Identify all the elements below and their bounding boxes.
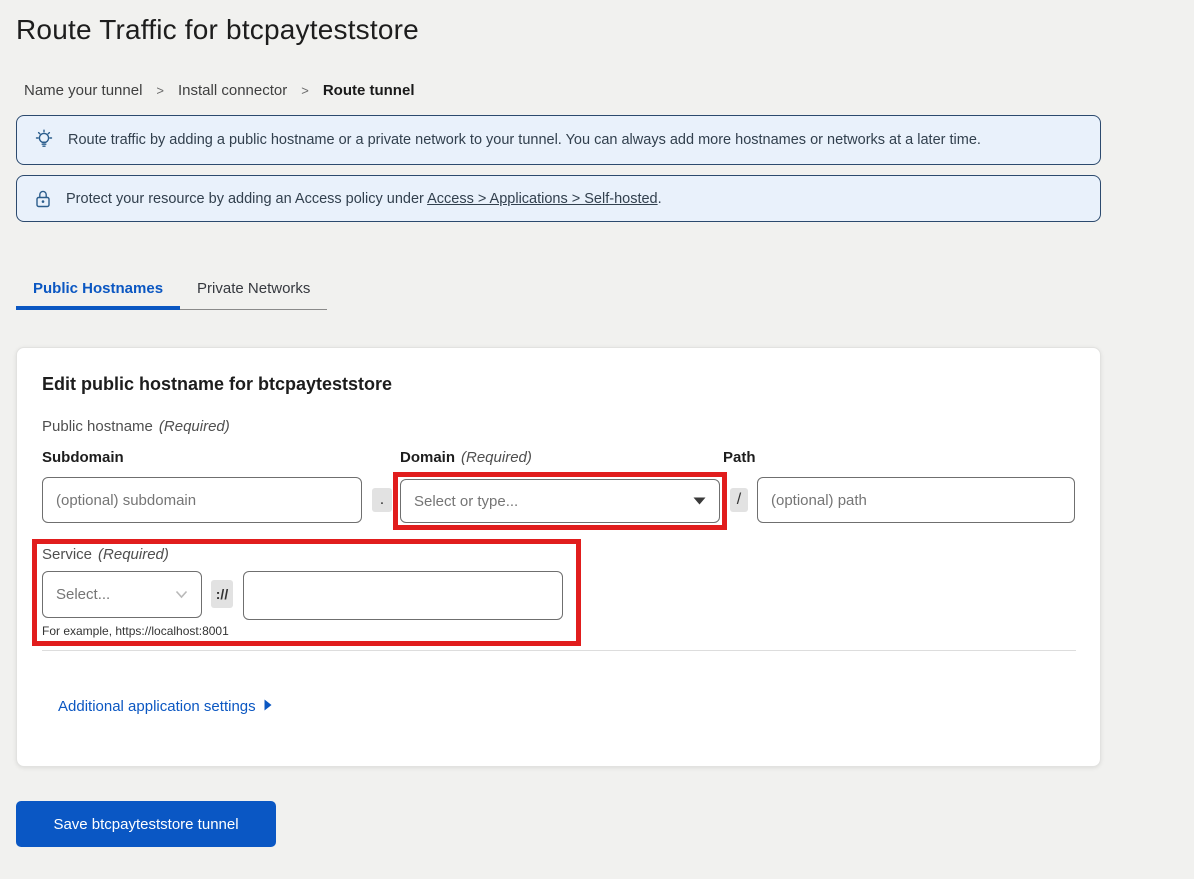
breadcrumb: Name your tunnel > Install connector > R…	[24, 82, 1194, 99]
route-traffic-page: Route Traffic for btcpayteststore Name y…	[0, 14, 1194, 879]
subdomain-label: Subdomain	[42, 449, 124, 466]
breadcrumb-step-name-your-tunnel[interactable]: Name your tunnel	[24, 82, 142, 99]
banner-text: Protect your resource by adding an Acces…	[66, 191, 662, 207]
caret-right-icon	[264, 698, 272, 715]
subdomain-domain-dot-separator: .	[372, 488, 392, 512]
banner-text: Route traffic by adding a public hostnam…	[68, 132, 981, 148]
service-label-text: Service	[42, 546, 92, 563]
path-label: Path	[723, 449, 756, 466]
banner-text-before-link: Protect your resource by adding an Acces…	[66, 191, 427, 207]
required-label: (Required)	[159, 418, 230, 435]
domain-label-text: Domain	[400, 449, 455, 466]
domain-select[interactable]: Select or type...	[400, 479, 720, 523]
breadcrumb-separator: >	[156, 83, 164, 98]
page-title: Route Traffic for btcpayteststore	[16, 14, 1194, 46]
public-hostname-section-label: Public hostname (Required)	[42, 418, 230, 435]
service-label: Service (Required)	[42, 546, 169, 563]
subdomain-input[interactable]	[42, 477, 362, 523]
lock-icon	[33, 188, 53, 210]
required-label: (Required)	[461, 449, 532, 466]
domain-select-placeholder: Select or type...	[414, 493, 518, 510]
save-tunnel-button[interactable]: Save btcpayteststore tunnel	[16, 801, 276, 847]
domain-label: Domain (Required)	[400, 449, 532, 466]
banner-text-after-link: .	[658, 191, 662, 207]
tab-public-hostnames[interactable]: Public Hostnames	[16, 272, 180, 310]
service-highlight-box: Service (Required) Select... :// For exam…	[32, 539, 581, 646]
service-url-input[interactable]	[243, 571, 563, 620]
service-type-select[interactable]: Select...	[42, 571, 202, 618]
tab-bar: Public Hostnames Private Networks	[16, 272, 327, 310]
access-policy-banner: Protect your resource by adding an Acces…	[16, 175, 1101, 222]
domain-highlight-box: Select or type...	[393, 472, 727, 530]
lightbulb-icon	[33, 129, 55, 151]
card-title: Edit public hostname for btcpayteststore	[42, 374, 392, 395]
service-helper-text: For example, https://localhost:8001	[42, 624, 229, 638]
additional-settings-label: Additional application settings	[58, 698, 256, 715]
public-hostname-label: Public hostname	[42, 418, 153, 435]
access-applications-self-hosted-link[interactable]: Access > Applications > Self-hosted	[427, 191, 658, 207]
route-traffic-info-banner: Route traffic by adding a public hostnam…	[16, 115, 1101, 165]
caret-down-icon	[693, 492, 706, 510]
path-input[interactable]	[757, 477, 1075, 523]
additional-application-settings-toggle[interactable]: Additional application settings	[58, 698, 272, 715]
tab-private-networks[interactable]: Private Networks	[180, 272, 327, 310]
chevron-down-icon	[175, 586, 188, 604]
breadcrumb-separator: >	[301, 83, 309, 98]
required-label: (Required)	[98, 546, 169, 563]
breadcrumb-step-route-tunnel: Route tunnel	[323, 82, 415, 99]
card-divider	[42, 650, 1076, 651]
service-protocol-separator: ://	[211, 580, 233, 608]
breadcrumb-step-install-connector[interactable]: Install connector	[178, 82, 287, 99]
edit-public-hostname-card: Edit public hostname for btcpayteststore…	[16, 347, 1101, 767]
domain-path-slash-separator: /	[730, 488, 748, 512]
service-type-placeholder: Select...	[56, 586, 110, 603]
